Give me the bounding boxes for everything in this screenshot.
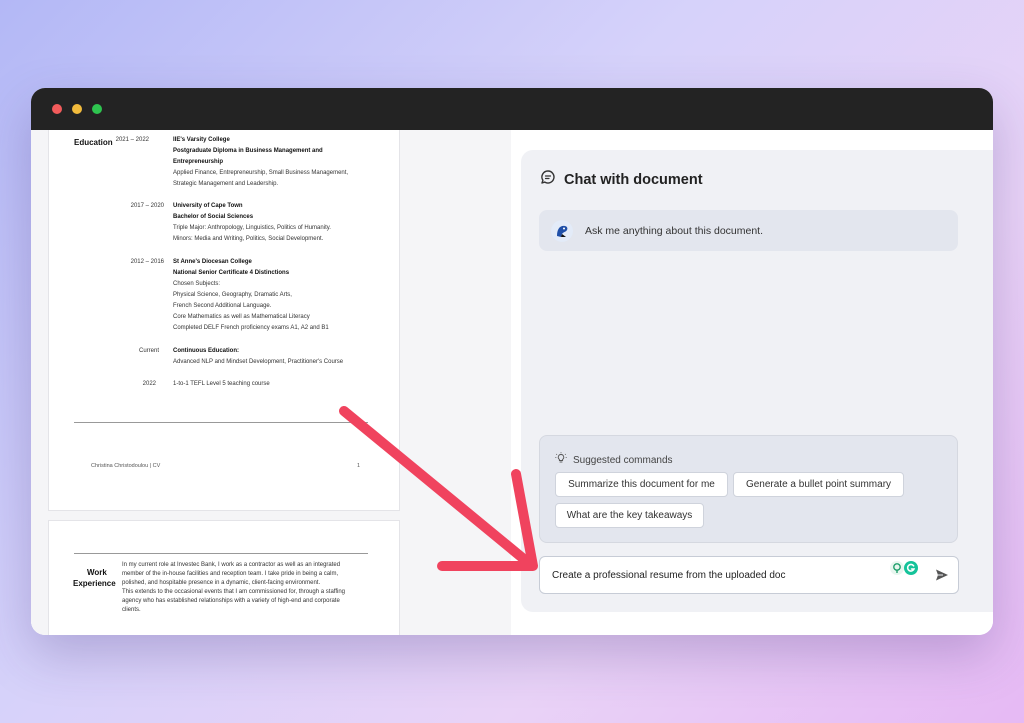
suggestion-key-takeaways[interactable]: What are the key takeaways <box>555 503 704 528</box>
grammarly-icon[interactable] <box>904 561 918 575</box>
maximize-window-button[interactable] <box>92 104 102 114</box>
app-window: Education 2021 – 2022 IIE's Varsity Coll… <box>31 88 993 635</box>
extension-lightbulb-icon[interactable] <box>890 561 904 575</box>
entry-years: Current <box>138 348 159 354</box>
entry-line: Minors: Media and Writing, Politics, Soc… <box>173 236 324 242</box>
entry-line: Core Mathematics as well as Mathematical… <box>173 314 310 320</box>
entry-line: IIE's Varsity College <box>173 137 230 143</box>
entry-years: 2022 <box>142 381 156 387</box>
page-footer-name: Christina Christodoulou | CV <box>91 463 161 469</box>
document-page-1: Education 2021 – 2022 IIE's Varsity Coll… <box>48 130 400 511</box>
work-paragraph-line: In my current role at Investec Bank, I w… <box>122 562 341 568</box>
send-icon[interactable] <box>935 568 949 587</box>
entry-line: 1-to-1 TEFL Level 5 teaching course <box>173 381 270 387</box>
entry-line: St Anne's Diocesan College <box>173 259 252 265</box>
assistant-message: Ask me anything about this document. <box>539 210 958 251</box>
entry-line: Triple Major: Anthropology, Linguistics,… <box>173 225 331 231</box>
suggested-commands-header: Suggested commands <box>555 451 673 469</box>
suggestion-summarize[interactable]: Summarize this document for me <box>555 472 728 497</box>
suggestion-bullet-summary[interactable]: Generate a bullet point summary <box>733 472 904 497</box>
page-divider <box>74 553 368 554</box>
entry-line: Bachelor of Social Sciences <box>173 214 254 220</box>
suggested-commands: Suggested commands Summarize this docume… <box>539 435 958 543</box>
work-heading-line1: Work <box>87 568 107 577</box>
chat-input-box[interactable] <box>539 556 959 594</box>
assistant-message-text: Ask me anything about this document. <box>585 224 764 237</box>
entry-line: Postgraduate Diploma in Business Managem… <box>173 148 323 154</box>
entry-line: Entrepreneurship <box>173 159 224 165</box>
document-page-2: Work Experience In my current role at In… <box>48 520 400 635</box>
close-window-button[interactable] <box>52 104 62 114</box>
document-viewer[interactable]: Education 2021 – 2022 IIE's Varsity Coll… <box>31 130 511 635</box>
entry-line: French Second Additional Language. <box>173 303 272 309</box>
chat-input[interactable] <box>552 570 882 581</box>
work-paragraph-line: agency who has established relationships… <box>122 598 340 604</box>
page-number: 1 <box>357 463 361 469</box>
entry-line: National Senior Certificate 4 Distinctio… <box>173 270 290 276</box>
entry-years: 2021 – 2022 <box>115 137 149 143</box>
lightbulb-icon <box>555 451 567 469</box>
entry-line: University of Cape Town <box>173 203 243 209</box>
entry-line: Advanced NLP and Mindset Development, Pr… <box>173 359 344 365</box>
entry-years: 2017 – 2020 <box>130 203 164 209</box>
suggested-commands-label: Suggested commands <box>573 454 673 466</box>
chat-panel: Chat with document Ask me anything about… <box>521 150 993 612</box>
title-bar <box>31 88 993 130</box>
work-paragraph-line: This extends to the occasional events th… <box>122 589 346 595</box>
entry-line: Completed DELF French proficiency exams … <box>173 325 329 331</box>
page-divider <box>74 422 368 423</box>
entry-line: Physical Science, Geography, Dramatic Ar… <box>173 292 292 298</box>
chat-header: Chat with document <box>540 169 703 190</box>
work-paragraph-line: clients. <box>122 607 141 613</box>
work-heading-line2: Experience <box>73 579 116 588</box>
entry-line: Continuous Education: <box>173 348 239 354</box>
entry-line: Applied Finance, Entrepreneurship, Small… <box>173 170 349 176</box>
entry-years: 2012 – 2016 <box>130 259 164 265</box>
work-paragraph-line: member of the in-house facilities and re… <box>122 571 339 577</box>
main-content: Education 2021 – 2022 IIE's Varsity Coll… <box>31 130 993 635</box>
work-paragraph-line: polished, and hospitable presence in a d… <box>122 580 321 586</box>
chat-bubble-icon <box>540 169 556 190</box>
entry-line: Strategic Management and Leadership. <box>173 181 279 187</box>
minimize-window-button[interactable] <box>72 104 82 114</box>
assistant-avatar <box>551 219 573 242</box>
entry-line: Chosen Subjects: <box>173 281 221 287</box>
chat-title: Chat with document <box>564 171 703 188</box>
